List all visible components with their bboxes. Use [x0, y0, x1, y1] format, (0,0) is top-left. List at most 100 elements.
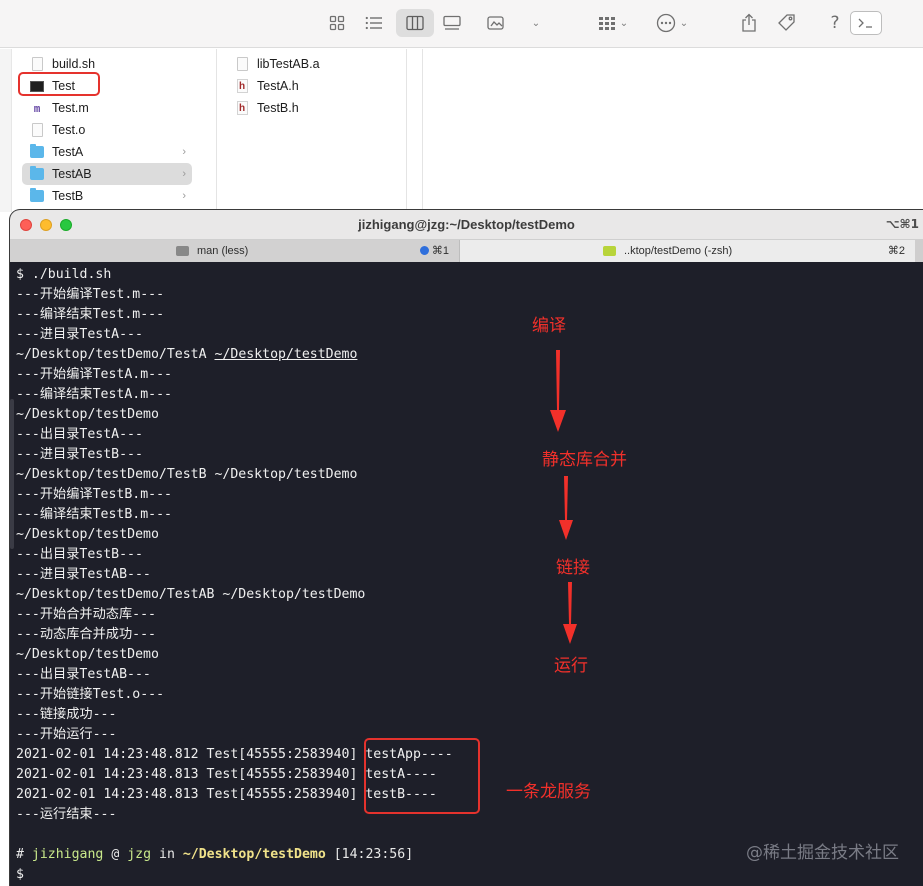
finder-item-label: TestA.h [257, 79, 299, 93]
terminal-line-text: ---编译结束TestB.m--- [16, 507, 172, 522]
icon-view-button[interactable] [326, 9, 348, 37]
terminal-line: ---开始编译Test.m--- [16, 285, 164, 305]
terminal-line-text: ---开始链接Test.o--- [16, 687, 165, 702]
help-button[interactable]: ? [826, 9, 844, 37]
terminal-line-text: ---开始编译TestA.m--- [16, 367, 172, 382]
document-icon [30, 57, 44, 71]
list-view-button[interactable] [362, 9, 386, 37]
ellipsis-circle-icon [656, 13, 675, 33]
terminal-line: ---运行结束--- [16, 805, 116, 825]
chevron-down-icon: ⌄ [531, 17, 541, 29]
gallery-icon [443, 15, 461, 30]
document-icon [235, 57, 249, 71]
terminal-line: ---出目录TestA--- [16, 425, 143, 445]
cursor-prompt: $ [16, 867, 24, 882]
arrange-button[interactable]: ⌄ [594, 9, 632, 37]
cursor-line[interactable]: $ [16, 865, 24, 885]
finder-toolbar: ⌄ ⌄ ⌄ ? [0, 0, 923, 48]
photo-group-icon [487, 16, 504, 30]
terminal-line: ---开始合并动态库--- [16, 605, 156, 625]
close-window-button[interactable] [20, 219, 32, 231]
terminal-line: ---编译结束TestA.m--- [16, 385, 172, 405]
annotation-run: 运行 [554, 656, 588, 676]
gallery-view-button[interactable] [440, 9, 464, 37]
grid-icon [329, 15, 345, 31]
terminal-line: $ ./build.sh [16, 265, 111, 285]
terminal-line-text: ---开始合并动态库--- [16, 607, 156, 622]
group-dropdown-button[interactable]: ⌄ [526, 9, 542, 37]
terminal-prompt-icon [858, 18, 872, 28]
share-icon [742, 13, 756, 32]
finder-item-label: build.sh [52, 57, 96, 71]
terminal-line-text: ---链接成功--- [16, 707, 117, 722]
terminal-line-text: ---动态库合并成功--- [16, 627, 156, 642]
annotation-one-stop: 一条龙服务 [506, 782, 591, 802]
tab-label: ..ktop/testDemo (-zsh) [624, 245, 733, 257]
window-shortcut: ⌥⌘1 [885, 217, 919, 231]
finder-item-label: Test.m [52, 101, 89, 115]
finder-item-label: Test.o [52, 123, 86, 137]
chevron-down-icon: ⌄ [619, 17, 629, 29]
terminal-tab-icon [603, 246, 616, 256]
finder-column-3 [407, 49, 423, 212]
terminal-line: ---开始运行--- [16, 725, 116, 745]
scrollbar-thumb[interactable] [10, 399, 14, 549]
underlined-path[interactable]: ~/Desktop/testDemo [215, 347, 358, 362]
tab-man-less[interactable]: man (less) ⌘1 [10, 240, 460, 262]
finder-item-label: TestAB [52, 167, 92, 181]
arrange-grid-icon [598, 17, 615, 30]
finder-item-label: libTestAB.a [257, 57, 320, 71]
terminal-line-text: ~/Desktop/testDemo [16, 527, 159, 542]
terminal-line-text: ~/Desktop/testDemo/TestB ~/Desktop/testD… [16, 467, 358, 482]
finder-sidebar-edge [0, 49, 12, 212]
finder-item[interactable]: TestAB › [22, 163, 192, 185]
terminal-line: ---出目录TestAB--- [16, 665, 151, 685]
finder-item[interactable]: m Test.m [22, 97, 192, 119]
finder-item[interactable]: libTestAB.a [227, 53, 387, 75]
terminal-shortcut-button[interactable] [850, 11, 882, 35]
question-icon: ? [830, 13, 840, 33]
group-button[interactable] [484, 9, 510, 37]
terminal-line: ---编译结束TestB.m--- [16, 505, 172, 525]
finder-item[interactable]: h TestB.h [227, 97, 387, 119]
prompt-time: [14:23:56] [333, 847, 414, 862]
terminal-line: ~/Desktop/testDemo/TestAB ~/Desktop/test… [16, 585, 365, 605]
arrow-down-icon [563, 582, 577, 644]
watermark: @稀土掘金技术社区 [746, 843, 899, 863]
tab-label: man (less) [197, 245, 249, 257]
terminal-line-text: $ ./build.sh [16, 267, 112, 282]
terminal-line-text: ---出目录TestA--- [16, 427, 143, 442]
share-button[interactable] [738, 9, 760, 37]
tags-button[interactable] [776, 9, 798, 37]
tab-shortcut: ⌘1 [431, 245, 449, 257]
terminal-titlebar: jizhigang@jzg:~/Desktop/testDemo ⌥⌘1 [10, 210, 923, 240]
list-icon [365, 16, 382, 30]
terminal-line-text: ---运行结束--- [16, 807, 117, 822]
terminal-line-text: ---出目录TestB--- [16, 547, 143, 562]
terminal-line: ---出目录TestB--- [16, 545, 143, 565]
terminal-line-text: ---编译结束TestA.m--- [16, 387, 172, 402]
minimize-window-button[interactable] [40, 219, 52, 231]
finder-column-2: libTestAB.a h TestA.h h TestB.h [217, 49, 407, 212]
finder-column-browser: build.sh Test m Test.m Test.o TestA › TestAB › Te… [0, 49, 923, 212]
prompt-host: jzg [127, 847, 152, 862]
finder-item[interactable]: h TestA.h [227, 75, 387, 97]
prompt-user: jizhigang [31, 847, 104, 862]
terminal-line: ---开始编译TestA.m--- [16, 365, 172, 385]
action-menu-button[interactable]: ⌄ [652, 9, 692, 37]
chevron-down-icon: ⌄ [679, 17, 689, 29]
column-view-button[interactable] [396, 9, 434, 37]
folder-icon [30, 166, 44, 181]
tab-zsh[interactable]: ..ktop/testDemo (-zsh) ⌘2 [460, 240, 915, 262]
arrow-down-icon [559, 476, 573, 540]
finder-item[interactable]: Test.o [22, 119, 192, 141]
prompt-hash: # [16, 847, 24, 862]
highlight-box-output [364, 738, 480, 814]
finder-item[interactable]: TestB › [22, 185, 192, 207]
finder-item[interactable]: TestA › [22, 141, 192, 163]
maximize-window-button[interactable] [60, 219, 72, 231]
new-tab-button[interactable] [915, 240, 923, 262]
terminal-line-text: ---开始编译Test.m--- [16, 287, 165, 302]
document-icon [30, 123, 44, 137]
